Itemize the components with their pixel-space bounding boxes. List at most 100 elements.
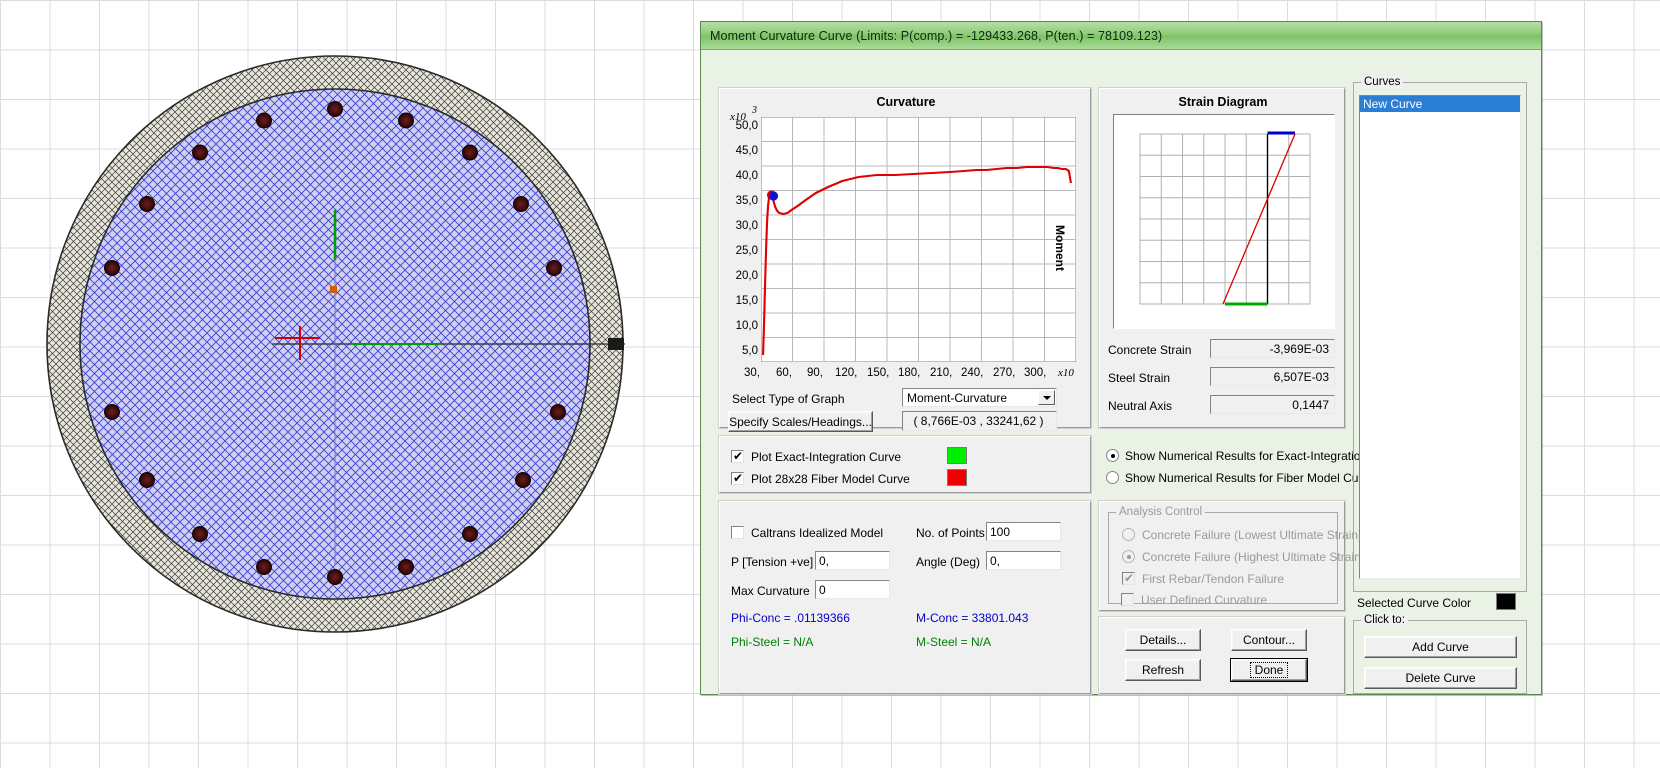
selected-curve-color-swatch[interactable]: [1496, 593, 1516, 610]
x-tick-6: 180,: [898, 367, 921, 379]
concrete-strain-label: Concrete Strain: [1108, 343, 1192, 357]
phi-conc-result: Phi-Conc = .01139366: [731, 611, 850, 625]
x-tick-2: 60,: [776, 367, 792, 379]
checkbox-first-rebar-failure-label: First Rebar/Tendon Failure: [1142, 572, 1285, 586]
x-tick-7: 210,: [930, 367, 953, 379]
x-tick-5: 150,: [867, 367, 890, 379]
plot-fiber-model-checkbox[interactable]: ✔: [731, 472, 744, 485]
moment-axis-label: Moment: [1053, 225, 1067, 271]
selected-curve-color-label: Selected Curve Color: [1357, 596, 1472, 610]
graph-type-select[interactable]: Moment-Curvature: [902, 388, 1057, 407]
done-label: Done: [1249, 662, 1289, 678]
x-tick-8: 240,: [961, 367, 984, 379]
refresh-button[interactable]: Refresh: [1125, 659, 1201, 681]
p-tension-input[interactable]: 0,: [815, 551, 890, 570]
curve-point-blue: [768, 191, 779, 201]
radio-show-fiber-label: Show Numerical Results for Fiber Model C…: [1125, 471, 1376, 485]
inputs-panel: Caltrans Idealized Model P [Tension +ve]…: [718, 500, 1092, 695]
curvature-panel: Curvature x10 3 50,0 45,0 40,0 35,0 30,0…: [718, 87, 1092, 432]
action-buttons-panel: Details... Contour... Refresh Done: [1098, 616, 1346, 695]
m-conc-result: M-Conc = 33801.043: [916, 611, 1029, 625]
radio-show-exact[interactable]: [1106, 449, 1119, 462]
coordinate-readout: ( 8,766E-03 , 33241,62 ): [902, 411, 1057, 431]
select-type-label: Select Type of Graph: [732, 392, 845, 406]
max-curvature-value: 0: [819, 582, 826, 597]
refresh-label: Refresh: [1141, 663, 1185, 677]
concrete-strain-value: -3,969E-03: [1269, 341, 1329, 356]
specify-scales-button[interactable]: Specify Scales/Headings...: [728, 411, 873, 432]
x-tick-10: 300,: [1024, 367, 1047, 379]
p-tension-value: 0,: [819, 553, 830, 568]
checkbox-first-rebar-failure[interactable]: ✔: [1122, 572, 1135, 585]
strain-plot-frame: [1113, 114, 1335, 329]
no-points-label: No. of Points: [916, 526, 985, 540]
y-axis-exponent: 3: [752, 105, 757, 116]
dialog-titlebar[interactable]: Moment Curvature Curve (Limits: P(comp.)…: [701, 22, 1541, 50]
y-tick-2: 10,0: [735, 320, 758, 332]
plot-options-panel: ✔ Plot Exact-Integration Curve ✔ Plot 28…: [718, 435, 1092, 494]
x-tick-9: 270,: [993, 367, 1016, 379]
add-curve-button[interactable]: Add Curve: [1364, 636, 1517, 658]
neutral-axis-value: 0,1447: [1292, 397, 1329, 412]
caltrans-idealized-checkbox[interactable]: [731, 526, 744, 539]
x-tick-1: 30,: [744, 367, 760, 379]
y-tick-6: 30,0: [735, 220, 758, 232]
radio-concrete-failure-lowest-label: Concrete Failure (Lowest Ultimate Strain…: [1142, 528, 1363, 542]
curvature-plot[interactable]: [761, 117, 1076, 362]
fiber-model-color-swatch[interactable]: [947, 469, 967, 486]
plot-exact-integration-label: Plot Exact-Integration Curve: [751, 450, 902, 464]
delete-curve-button[interactable]: Delete Curve: [1364, 667, 1517, 689]
radio-show-fiber[interactable]: [1106, 471, 1119, 484]
moment-curvature-dialog: Moment Curvature Curve (Limits: P(comp.)…: [700, 21, 1542, 695]
contour-button[interactable]: Contour...: [1231, 629, 1307, 651]
angle-input[interactable]: 0,: [986, 551, 1061, 570]
strain-panel-title: Strain Diagram: [1178, 95, 1268, 109]
y-tick-10: 50,0: [735, 120, 758, 132]
list-item[interactable]: New Curve: [1360, 96, 1520, 112]
contour-label: Contour...: [1242, 633, 1296, 647]
phi-steel-result: Phi-Steel = N/A: [731, 635, 814, 649]
add-curve-label: Add Curve: [1412, 640, 1469, 654]
checkbox-user-defined-curvature[interactable]: [1121, 593, 1134, 606]
y-tick-9: 45,0: [735, 145, 758, 157]
concrete-strain-field: -3,969E-03: [1210, 339, 1335, 358]
steel-strain-value: 6,507E-03: [1273, 369, 1329, 384]
click-to-label: Click to:: [1361, 614, 1408, 626]
strain-panel: Strain Diagram Concrete Strain -3,969E-0…: [1098, 87, 1346, 429]
radio-concrete-failure-highest-label: Concrete Failure (Highest Ultimate Strai…: [1142, 550, 1365, 564]
analysis-control-title: Analysis Control: [1116, 506, 1206, 518]
p-tension-label: P [Tension +ve]: [731, 555, 814, 569]
neutral-axis-label: Neutral Axis: [1108, 399, 1173, 413]
x-axis-multiplier: x10: [1058, 367, 1074, 379]
y-tick-5: 25,0: [735, 245, 758, 257]
angle-label: Angle (Deg): [916, 555, 981, 569]
angle-value: 0,: [990, 553, 1001, 568]
max-curvature-input[interactable]: 0: [815, 580, 890, 599]
y-tick-4: 20,0: [735, 270, 758, 282]
caltrans-idealized-label: Caltrans Idealized Model: [751, 526, 884, 540]
curvature-panel-title: Curvature: [876, 95, 936, 109]
plot-exact-integration-checkbox[interactable]: ✔: [731, 450, 744, 463]
done-button[interactable]: Done: [1231, 659, 1307, 681]
y-tick-7: 35,0: [735, 195, 758, 207]
strain-plot[interactable]: [1114, 115, 1334, 328]
radio-concrete-failure-highest[interactable]: [1122, 550, 1135, 563]
details-label: Details...: [1139, 633, 1187, 647]
delete-curve-label: Delete Curve: [1405, 671, 1476, 685]
graph-type-value: Moment-Curvature: [907, 390, 1008, 405]
max-curvature-label: Max Curvature: [731, 584, 810, 598]
checkbox-user-defined-curvature-label: User Defined Curvature: [1141, 593, 1268, 607]
curves-listbox[interactable]: New Curve: [1359, 95, 1521, 579]
section-drawing: [46, 55, 625, 633]
steel-strain-field: 6,507E-03: [1210, 367, 1335, 386]
plot-fiber-model-label: Plot 28x28 Fiber Model Curve: [751, 472, 910, 486]
radio-concrete-failure-lowest[interactable]: [1122, 528, 1135, 541]
details-button[interactable]: Details...: [1125, 629, 1201, 651]
m-steel-result: M-Steel = N/A: [916, 635, 992, 649]
no-points-input[interactable]: 100: [986, 522, 1061, 541]
y-tick-1: 5,0: [742, 345, 758, 357]
exact-integration-color-swatch[interactable]: [947, 447, 967, 464]
chevron-down-icon[interactable]: [1038, 390, 1055, 405]
dialog-title: Moment Curvature Curve (Limits: P(comp.)…: [710, 28, 1163, 43]
x-tick-4: 120,: [835, 367, 858, 379]
